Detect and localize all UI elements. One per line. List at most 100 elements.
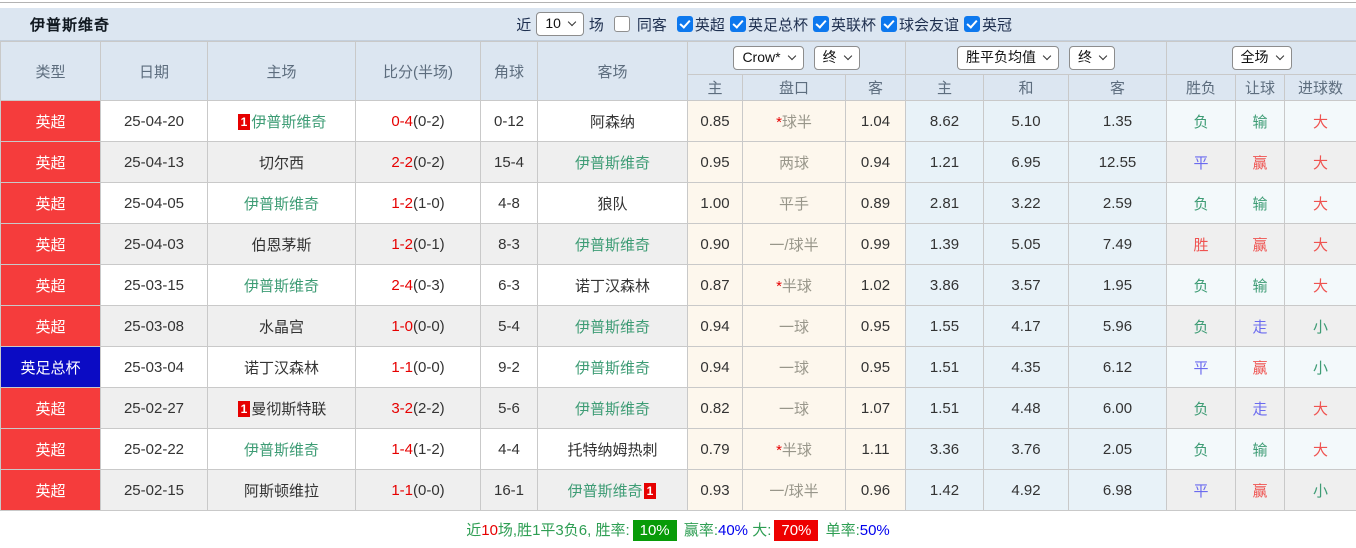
handicap-result-cell: 赢 [1236,470,1285,511]
col-header-avg-home: 主 [906,75,984,101]
handicap-result-cell: 输 [1236,183,1285,224]
avg-stage-select[interactable]: 终 [1069,46,1115,70]
handicap-result-cell: 输 [1236,265,1285,306]
avg-home-cell: 3.86 [906,265,984,306]
recent-count-select[interactable]: 10 [536,12,584,36]
table-row: 英超25-04-201伊普斯维奇0-4(0-2)0-12阿森纳0.85*球半1.… [1,101,1356,142]
goals-result-cell: 小 [1285,347,1356,388]
handicap-result-cell: 赢 [1236,224,1285,265]
team-name: 伊普斯维奇 [575,360,650,377]
odds-away-cell: 1.04 [846,101,906,142]
odds-source-select[interactable]: Crow* [733,46,803,70]
summary-segment-9: 50% [860,522,890,539]
home-team-cell: 水晶宫 [208,306,356,347]
league-filter-0: 英超 [672,14,725,35]
odds-stage-select[interactable]: 终 [814,46,860,70]
col-header-type: 类型 [1,42,101,101]
goals-result-cell: 大 [1285,224,1356,265]
odds-away-cell: 1.07 [846,388,906,429]
goals-result-cell: 大 [1285,183,1356,224]
score-cell: 1-1(0-0) [356,347,481,388]
score-cell: 1-2(1-0) [356,183,481,224]
fulltime-score: 0-4 [391,113,413,130]
odds-away-cell: 1.02 [846,265,906,306]
goals-result-cell: 大 [1285,142,1356,183]
date-cell: 25-02-27 [101,388,208,429]
avg-home-cell: 1.55 [906,306,984,347]
odds-away-cell: 0.99 [846,224,906,265]
league-cell: 英足总杯 [1,347,101,388]
top-divider [0,2,1356,3]
chevron-down-icon [1275,52,1283,60]
rank-badge: 1 [238,401,251,417]
avg-away-cell: 6.98 [1069,470,1167,511]
recent-count-value: 10 [545,15,561,32]
result-cell: 负 [1167,306,1236,347]
handicap-result-cell: 走 [1236,306,1285,347]
league-filter-checkbox[interactable] [813,16,829,32]
home-team-cell: 阿斯顿维拉 [208,470,356,511]
handicap-text: 一球 [779,319,809,336]
odds-home-cell: 0.94 [688,306,743,347]
fulltime-score: 3-2 [391,400,413,417]
away-team-cell: 伊普斯维奇 [538,306,688,347]
corner-cell: 4-8 [481,183,538,224]
avg-source-value: 胜平负均值 [966,49,1036,66]
handicap-text: 球半 [782,114,812,131]
table-row: 英超25-04-05伊普斯维奇1-2(1-0)4-8狼队1.00平手0.892.… [1,183,1356,224]
chevron-down-icon [1099,52,1107,60]
team-name: 伊普斯维奇 [575,401,650,418]
summary-segment-2: 场,胜1平3负6, 胜率: [498,522,630,539]
same-away-checkbox[interactable] [614,16,630,32]
recent-label: 近 [516,14,531,35]
league-filter-label: 英足总杯 [748,14,808,35]
league-filter-checkbox[interactable] [730,16,746,32]
avg-draw-cell: 4.35 [984,347,1069,388]
away-team-cell: 托特纳姆热刺 [538,429,688,470]
team-name: 伊普斯维奇 [244,278,319,295]
corner-cell: 16-1 [481,470,538,511]
team-name: 狼队 [597,196,627,213]
home-team-cell: 诺丁汉森林 [208,347,356,388]
league-filter-checkbox[interactable] [964,16,980,32]
summary-segment-4: 赢率: [680,522,718,539]
corner-cell: 5-6 [481,388,538,429]
filter-controls: 近 10 场 同客 英超英足总杯英联杯球会友谊英冠 [516,12,1012,36]
result-cell: 负 [1167,388,1236,429]
halftime-score: (0-3) [413,277,445,294]
score-cell: 0-4(0-2) [356,101,481,142]
team-name: 伊普斯维奇 [575,319,650,336]
corner-cell: 0-12 [481,101,538,142]
league-cell: 英超 [1,429,101,470]
avg-draw-cell: 3.76 [984,429,1069,470]
odds-away-cell: 0.94 [846,142,906,183]
handicap-text: 两球 [779,155,809,172]
league-filter-label: 英超 [695,14,725,35]
avg-home-cell: 2.81 [906,183,984,224]
league-filter-checkbox[interactable] [881,16,897,32]
team-name: 伊普斯维奇 [575,155,650,172]
handicap-result-cell: 走 [1236,388,1285,429]
col-header-odds-home: 主 [688,75,743,101]
handicap-result-cell: 输 [1236,101,1285,142]
handicap-cell: 一/球半 [743,224,846,265]
halftime-score: (0-0) [413,359,445,376]
halftime-score: (0-0) [413,482,445,499]
halftime-score: (0-0) [413,318,445,335]
score-cell: 1-4(1-2) [356,429,481,470]
halftime-score: (0-1) [413,236,445,253]
away-team-cell: 伊普斯维奇 [538,347,688,388]
col-header-corner: 角球 [481,42,538,101]
table-row: 英超25-04-03伯恩茅斯1-2(0-1)8-3伊普斯维奇0.90一/球半0.… [1,224,1356,265]
rank-badge: 1 [644,483,657,499]
odds-home-cell: 0.94 [688,347,743,388]
league-filter-checkbox[interactable] [677,16,693,32]
fulltime-score: 1-1 [391,359,413,376]
handicap-cell: *半球 [743,429,846,470]
date-cell: 25-03-04 [101,347,208,388]
team-name: 伊普斯维奇 [251,114,326,131]
scope-select[interactable]: 全场 [1232,46,1292,70]
avg-source-select[interactable]: 胜平负均值 [957,46,1059,70]
date-cell: 25-04-05 [101,183,208,224]
col-header-away: 客场 [538,42,688,101]
